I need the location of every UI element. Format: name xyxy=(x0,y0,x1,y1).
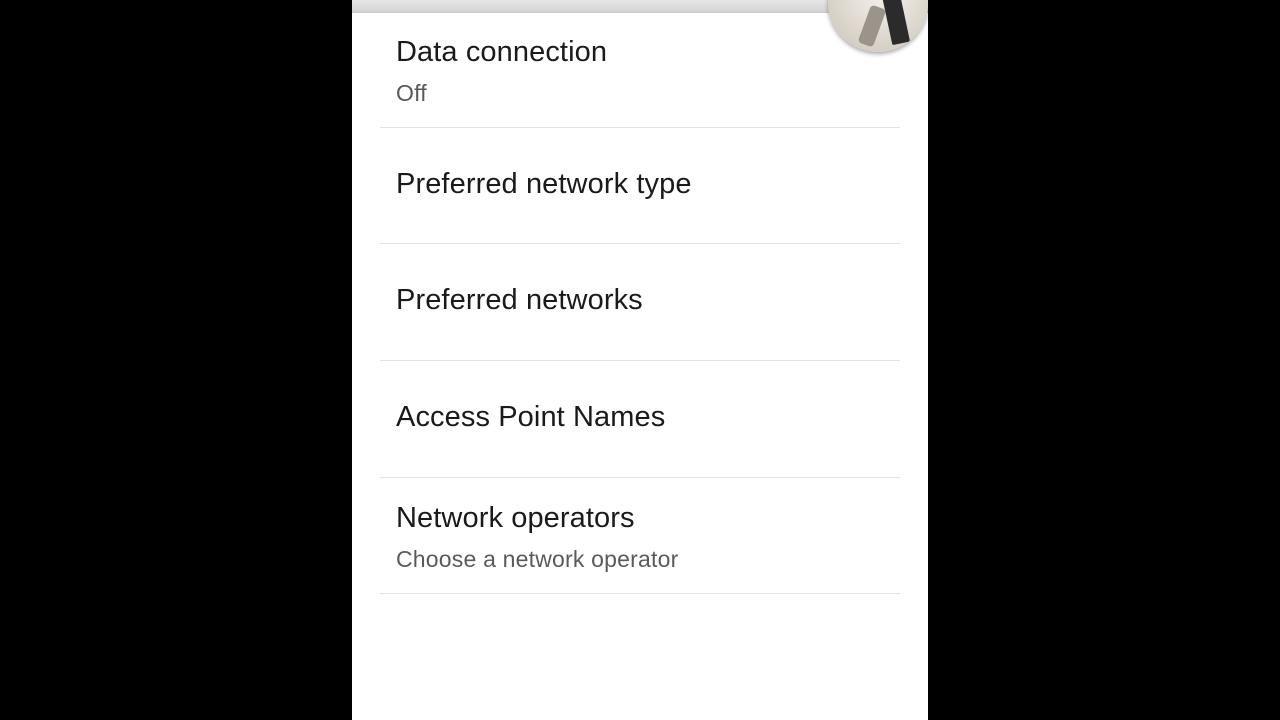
settings-list: Data connection Off Preferred network ty… xyxy=(380,14,900,594)
preferred-networks-setting[interactable]: Preferred networks xyxy=(380,244,900,361)
avatar-photo-detail xyxy=(857,4,887,48)
preferred-networks-title: Preferred networks xyxy=(396,284,643,316)
access-point-names-title: Access Point Names xyxy=(396,401,666,433)
network-operators-summary: Choose a network operator xyxy=(396,546,679,572)
data-connection-setting[interactable]: Data connection Off xyxy=(380,14,900,128)
data-connection-summary: Off xyxy=(396,80,427,106)
mobile-network-settings-screen: Data connection Off Preferred network ty… xyxy=(352,0,928,720)
avatar-photo-person xyxy=(879,0,911,46)
data-connection-title: Data connection xyxy=(396,36,608,68)
network-operators-title: Network operators xyxy=(396,502,635,534)
preferred-network-type-title: Preferred network type xyxy=(396,168,692,200)
letterbox-background: Data connection Off Preferred network ty… xyxy=(0,0,1280,720)
network-operators-setting[interactable]: Network operators Choose a network opera… xyxy=(380,478,900,594)
access-point-names-setting[interactable]: Access Point Names xyxy=(380,361,900,478)
preferred-network-type-setting[interactable]: Preferred network type xyxy=(380,128,900,244)
